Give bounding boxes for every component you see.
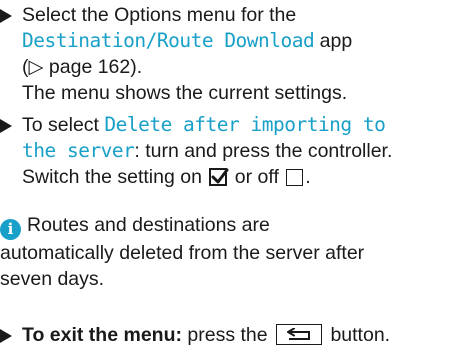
step-1: Select the Options menu for the Destinat…: [0, 2, 460, 106]
note-line-2: automatically deleted from the server af…: [0, 242, 365, 264]
triangle-bullet-icon: [0, 119, 12, 133]
note-line-1: i Routes and destinations are: [0, 212, 460, 240]
app-name-destination-route-download: Destination/Route Download: [22, 29, 315, 52]
step-2-line-3: Switch the setting on or off .: [22, 164, 460, 190]
step-2-prefix: To select: [22, 114, 105, 136]
step-1-line-2: Destination/Route Download app: [22, 28, 460, 54]
option-delete-after-importing: Delete after importing to: [104, 113, 386, 136]
step-1-result: The menu shows the current settings.: [22, 82, 348, 104]
step-2-text: To select Delete after importing to the …: [22, 112, 460, 190]
manual-page: Select the Options menu for the Destinat…: [0, 0, 464, 362]
switch-end: .: [305, 166, 311, 188]
step-2-instruction: : turn and press the controller.: [134, 140, 393, 162]
exit-menu-label: To exit the menu:: [22, 324, 182, 346]
step-3-text: To exit the menu: press the button.: [22, 322, 460, 348]
step-3-text-before: press the: [181, 324, 274, 346]
step-1-line-1: Select the Options menu for the: [22, 4, 297, 26]
page-reference: (▷ page 162).: [22, 56, 143, 78]
step-3: To exit the menu: press the button.: [0, 322, 460, 348]
step-1-text: Select the Options menu for the Destinat…: [22, 2, 460, 106]
triangle-bullet-icon: [0, 9, 12, 23]
step-2: To select Delete after importing to the …: [0, 112, 460, 190]
option-the-server: the server: [22, 139, 135, 162]
back-button-icon: [276, 324, 323, 345]
note-line-3: seven days.: [0, 268, 105, 290]
app-suffix: app: [314, 30, 353, 52]
switch-prefix: Switch the setting on: [22, 166, 208, 188]
info-note: i Routes and destinations are automatical…: [0, 212, 460, 292]
info-icon: i: [0, 219, 21, 240]
switch-middle: or off: [229, 166, 285, 188]
step-3-text-after: button.: [325, 324, 391, 346]
step-2-line-1: To select Delete after importing to: [22, 112, 460, 138]
step-2-line-2: the server: turn and press the controlle…: [22, 138, 460, 164]
note-text-1: Routes and destinations are: [27, 214, 270, 236]
checkbox-empty-icon: [286, 169, 304, 186]
triangle-bullet-icon: [0, 329, 12, 343]
checkbox-checked-icon: [209, 168, 229, 186]
